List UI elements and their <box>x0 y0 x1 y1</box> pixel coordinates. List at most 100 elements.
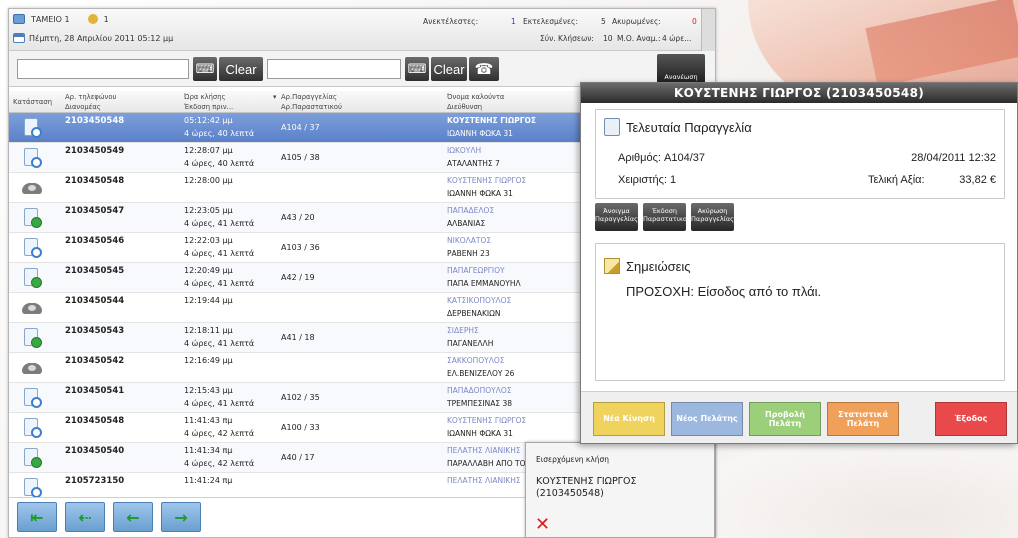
row-call-time: 12:18:11 μμ <box>184 326 233 335</box>
exit-button[interactable]: Έξοδος <box>935 402 1007 436</box>
keyboard-button-2[interactable]: ⌨ <box>405 57 429 81</box>
operator: Χειριστής: 1 <box>618 174 677 186</box>
prev-page-button[interactable]: ⇠ <box>65 502 105 532</box>
row-order-no: A40 / 17 <box>281 453 315 462</box>
order-pending-icon <box>22 148 42 168</box>
row-caller-name: ΣΙΔΕΡΗΣ <box>447 326 479 335</box>
info-scrollbar[interactable] <box>701 9 715 51</box>
row-phone: 2103450545 <box>65 266 125 276</box>
col-order-no[interactable]: Αρ.Παραγγελίας <box>281 93 337 101</box>
total-calls-value: 10 <box>603 34 613 43</box>
col-line[interactable]: Διανομέας <box>65 103 101 111</box>
col-issue-time[interactable]: Έκδοση πριν... <box>184 103 233 111</box>
incoming-caller-phone: (2103450548) <box>536 487 604 499</box>
order-actions: Άνοιγμα Παραγγελίας Έκδοση Παραστατικού … <box>595 203 734 231</box>
popup-title: ΚΟΥΣΤΕΝΗΣ ΓΙΩΡΓΟΣ (2103450548) <box>581 83 1017 103</box>
customer-popup: ΚΟΥΣΤΕΝΗΣ ΓΙΩΡΓΟΣ (2103450548) Τελευταία… <box>580 82 1018 444</box>
row-caller-name: ΙΩΚΟΥΛΗ <box>447 146 482 155</box>
col-call-time[interactable]: Ώρα κλήσης <box>184 93 226 101</box>
order-pending-icon <box>22 418 42 438</box>
order-pending-icon <box>22 388 42 408</box>
background-decoration <box>865 0 1018 87</box>
pending-label: Ανεκτέλεστες: <box>423 17 479 26</box>
last-order-heading: Τελευταία Παραγγελία <box>626 119 752 135</box>
executed-label: Εκτελεσμένες: <box>523 17 578 26</box>
incoming-caller-name: ΚΟΥΣΤΕΝΗΣ ΓΙΩΡΓΟΣ <box>536 476 637 487</box>
col-receipt-no[interactable]: Αρ.Παραστατικού <box>281 103 342 111</box>
order-document-icon <box>604 118 620 136</box>
row-order-no: A43 / 20 <box>281 213 315 222</box>
issue-receipt-button[interactable]: Έκδοση Παραστατικού <box>643 203 691 231</box>
row-call-time: 12:28:07 μμ <box>184 146 233 155</box>
row-order-no: A41 / 18 <box>281 333 315 342</box>
sort-indicator-icon: ▾ <box>273 93 277 101</box>
row-address: ΤΡΕΜΠΕΣΙΝΑΣ 38 <box>447 399 513 408</box>
order-datetime: 28/04/2011 12:32 <box>911 152 996 164</box>
row-order-no: A42 / 19 <box>281 273 315 282</box>
clear-button-2[interactable]: Clear <box>431 57 467 81</box>
row-call-time: 12:23:05 μμ <box>184 206 233 215</box>
row-elapsed: 4 ώρες, 41 λεπτά <box>184 279 255 288</box>
row-address: ΑΤΑΛΑΝΤΗΣ 7 <box>447 159 500 168</box>
notes-panel: Σημειώσεις ΠΡΟΣΟΧΗ: Είσοδος από το πλάι. <box>595 243 1005 381</box>
total-calls-label: Σύν. Κλήσεων: <box>540 34 594 43</box>
col-phone[interactable]: Αρ. τηλεφώνου <box>65 93 116 101</box>
row-caller-name: ΠΑΠΑΓΕΩΡΓΙΟΥ <box>447 266 505 275</box>
row-phone: 2103450548 <box>65 416 125 426</box>
row-phone: 2103450544 <box>65 296 125 306</box>
row-address: ΠΑΡΑΛΛΑΒΗ ΑΠΟ ΤΟ ... <box>447 459 536 468</box>
col-status[interactable]: Κατάσταση <box>13 98 52 106</box>
row-elapsed: 4 ώρες, 41 λεπτά <box>184 249 255 258</box>
row-elapsed: 4 ώρες, 41 λεπτά <box>184 219 255 228</box>
forward-arrow-button[interactable]: → <box>161 502 201 532</box>
avg-wait-label: Μ.Ο. Αναμ.: <box>617 34 661 43</box>
avg-wait-value: 4 ώρε... <box>662 34 692 43</box>
row-caller-name: ΠΕΛΑΤΗΣ ΛΙΑΝΙΚΗΣ <box>447 446 521 455</box>
row-elapsed: 4 ώρες, 42 λεπτά <box>184 429 255 438</box>
calendar-icon <box>13 33 25 43</box>
telephone-button[interactable]: ☎ <box>469 57 499 81</box>
clear-button-1[interactable]: Clear <box>219 57 263 81</box>
row-order-no: A102 / 35 <box>281 393 320 402</box>
incoming-call-notification[interactable]: Εισερχόμενη κλήση ΚΟΥΣΤΕΝΗΣ ΓΙΩΡΓΟΣ (210… <box>525 442 715 538</box>
row-address: ΙΩΑΝΝΗ ΦΩΚΑ 31 <box>447 189 513 198</box>
back-arrow-button[interactable]: ← <box>113 502 153 532</box>
dismiss-call-icon[interactable]: ✕ <box>535 514 550 535</box>
row-caller-name: ΠΑΠΑΔΟΠΟΥΛΟΣ <box>447 386 512 395</box>
last-order-panel: Τελευταία Παραγγελία Αριθμός: A104/37 28… <box>595 109 1005 199</box>
keyboard-button[interactable]: ⌨ <box>193 57 217 81</box>
new-customer-button[interactable]: Νέος Πελάτης <box>671 402 743 436</box>
refresh-button[interactable]: Ανανέωση <box>657 54 705 84</box>
row-caller-name: ΠΕΛΑΤΗΣ ΛΙΑΝΙΚΗΣ <box>447 476 521 485</box>
customer-stats-button[interactable]: Στατιστικά Πελάτη <box>827 402 899 436</box>
search-input-name[interactable] <box>267 59 401 79</box>
row-order-no: A104 / 37 <box>281 123 320 132</box>
first-page-button[interactable]: ⇤ <box>17 502 57 532</box>
order-number: Αριθμός: A104/37 <box>618 152 706 164</box>
row-caller-name: ΣΑΚΚΟΠΟΥΛΟΣ <box>447 356 505 365</box>
row-phone: 2103450547 <box>65 206 125 216</box>
row-call-time: 12:15:43 μμ <box>184 386 233 395</box>
order-pending-icon <box>22 478 42 498</box>
row-address: ΠΑΠΑ ΕΜΜΑΝΟΥΗΛ <box>447 279 521 288</box>
incoming-call-title: Εισερχόμενη κλήση <box>536 455 610 464</box>
view-customer-button[interactable]: Προβολή Πελάτη <box>749 402 821 436</box>
row-call-time: 12:19:44 μμ <box>184 296 233 305</box>
row-address: ΙΩΑΝΝΗ ΦΩΚΑ 31 <box>447 129 513 138</box>
col-address[interactable]: Διεύθυνση <box>447 103 482 111</box>
order-done-icon <box>22 208 42 228</box>
row-phone: 2103450548 <box>65 116 125 126</box>
row-caller-name: ΚΑΤΣΙΚΟΠΟΥΛΟΣ <box>447 296 512 305</box>
search-input-phone[interactable] <box>17 59 189 79</box>
row-elapsed: 4 ώρες, 42 λεπτά <box>184 459 255 468</box>
cancel-order-button[interactable]: Ακύρωση Παραγγελίας <box>691 203 734 231</box>
row-caller-name: ΚΟΥΣΤΕΝΗΣ ΓΙΩΡΓΟΣ <box>447 116 536 125</box>
open-order-button[interactable]: Άνοιγμα Παραγγελίας <box>595 203 638 231</box>
new-move-button[interactable]: Νέα Κίνηση <box>593 402 665 436</box>
info-bar: ΤΑΜΕΙΟ 1 1 Πέμπτη, 28 Απριλίου 2011 05:1… <box>9 9 715 51</box>
row-phone: 2103450543 <box>65 326 125 336</box>
col-caller-name[interactable]: Όνομα καλούντα <box>447 93 504 101</box>
row-phone: 2103450540 <box>65 446 125 456</box>
executed-value: 1 <box>511 17 516 26</box>
row-caller-name: ΝΙΚΟΛΑΤΟΣ <box>447 236 492 245</box>
